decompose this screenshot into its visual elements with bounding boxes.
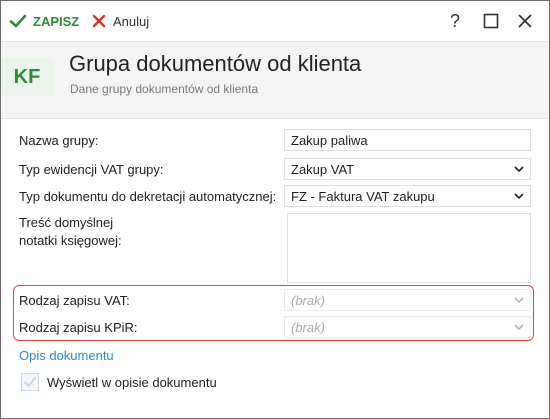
cancel-label: Anuluj	[113, 13, 150, 29]
note-textarea[interactable]	[287, 213, 531, 283]
toolbar: ZAPISZ Anuluj ?	[1, 1, 549, 41]
save-button[interactable]: ZAPISZ	[9, 10, 79, 32]
checkbox-check-icon	[24, 377, 36, 387]
module-badge: KF	[1, 58, 53, 96]
kpir-entry-type-label: Rodzaj zapisu KPiR:	[19, 320, 138, 335]
note-label-line1: Treść domyślnej	[19, 215, 114, 230]
vat-record-type-select[interactable]: Zakup VAT	[284, 158, 531, 180]
chevron-down-icon	[514, 324, 524, 330]
vat-entry-type-label: Rodzaj zapisu VAT:	[19, 293, 130, 308]
document-type-label: Typ dokumentu do dekretacji automatyczne…	[19, 189, 277, 204]
group-name-label: Nazwa grupy:	[19, 133, 99, 148]
document-description-link[interactable]: Opis dokumentu	[19, 348, 114, 363]
close-icon	[518, 14, 532, 28]
vat-record-type-label: Typ ewidencji VAT grupy:	[19, 162, 164, 177]
vat-record-type-value: Zakup VAT	[291, 161, 355, 177]
document-type-select[interactable]: FZ - Faktura VAT zakupu	[284, 185, 531, 207]
kpir-entry-type-select[interactable]: (brak)	[284, 316, 531, 338]
page-title: Grupa dokumentów od klienta	[69, 51, 362, 76]
checkmark-icon	[9, 14, 27, 28]
close-button[interactable]	[513, 9, 537, 33]
show-in-description-checkbox[interactable]	[21, 373, 39, 391]
help-icon: ?	[449, 10, 460, 31]
note-label-line2: notatki księgowej:	[19, 233, 122, 248]
vat-entry-type-value: (brak)	[291, 292, 325, 308]
close-red-icon	[92, 14, 106, 28]
dialog-header: KF Grupa dokumentów od klienta Dane grup…	[1, 41, 549, 119]
save-label: ZAPISZ	[33, 13, 80, 29]
help-button[interactable]: ?	[443, 9, 467, 33]
chevron-down-icon	[514, 166, 524, 172]
show-in-description-label: Wyświetl w opisie dokumentu	[47, 374, 217, 390]
maximize-button[interactable]	[479, 9, 503, 33]
show-in-description-option[interactable]: Wyświetl w opisie dokumentu	[21, 373, 217, 391]
group-name-value: Zakup paliwa	[291, 132, 368, 148]
maximize-icon	[483, 13, 499, 29]
dialog-window: ZAPISZ Anuluj ? KF Grupa dokumentów od k…	[0, 0, 550, 419]
chevron-down-icon	[514, 193, 524, 199]
cancel-button[interactable]: Anuluj	[91, 10, 149, 32]
kpir-entry-type-value: (brak)	[291, 319, 325, 335]
vat-entry-type-select[interactable]: (brak)	[284, 289, 531, 311]
chevron-down-icon	[514, 297, 524, 303]
page-subtitle: Dane grupy dokumentów od klienta	[70, 82, 259, 96]
document-type-value: FZ - Faktura VAT zakupu	[291, 188, 435, 204]
group-name-input[interactable]: Zakup paliwa	[284, 129, 531, 151]
